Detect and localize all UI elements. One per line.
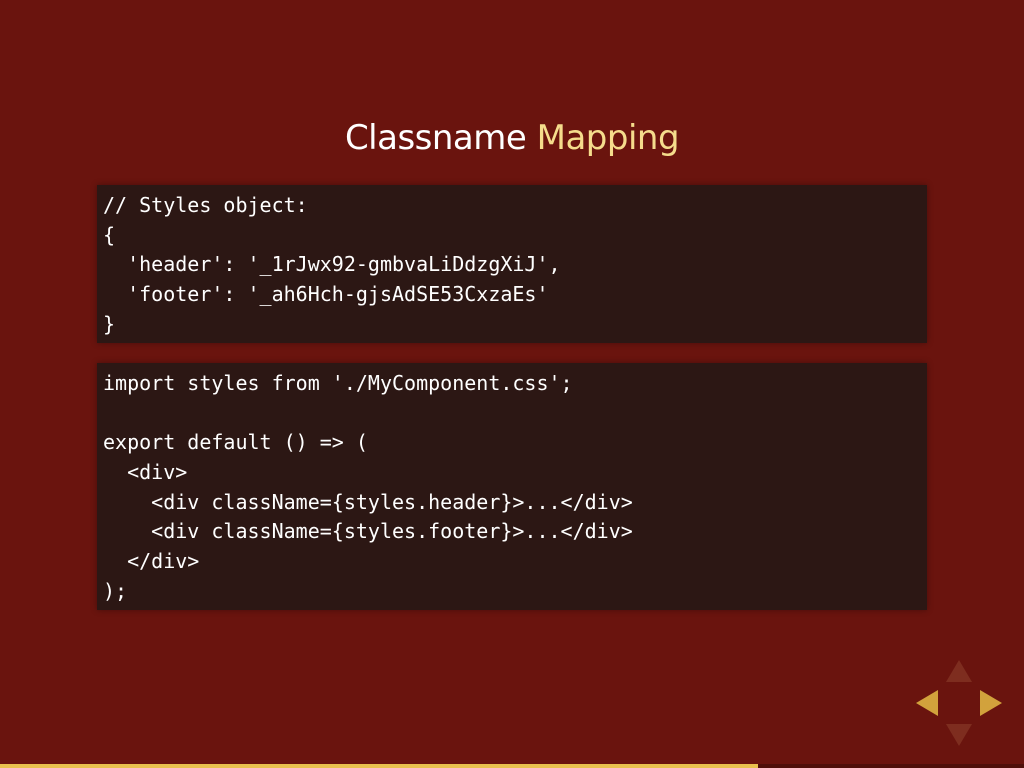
code-line: import styles from './MyComponent.css'; — [103, 371, 573, 395]
arrow-up-icon[interactable] — [946, 660, 972, 682]
progress-bar — [0, 764, 758, 768]
code-block-styles-object: // Styles object: { 'header': '_1rJwx92-g… — [97, 185, 927, 343]
progress-track — [0, 764, 1024, 768]
slide-title-accent: Mapping — [536, 118, 680, 158]
arrow-down-icon[interactable] — [946, 724, 972, 746]
code-line: <div className={styles.header}>...</div> — [103, 489, 633, 514]
code-line: } — [103, 311, 116, 336]
navigation-controls — [916, 660, 1002, 746]
code-line: ); — [103, 578, 128, 603]
arrow-right-icon[interactable] — [980, 690, 1002, 716]
code-line: export default () => ( — [103, 430, 368, 455]
slide-title-main: Classname — [344, 118, 527, 158]
code-line: { — [103, 222, 116, 247]
code-line: // Styles object: — [103, 193, 308, 217]
code-line: 'footer': '_ah6Hch-gjsAdSE53CxzaEs' — [103, 282, 549, 307]
slide-title: Classname Mapping — [0, 118, 1024, 158]
code-line: <div> — [103, 460, 188, 485]
code-line: </div> — [103, 549, 200, 574]
slide: Classname Mapping // Styles object: { 'he… — [0, 0, 1024, 768]
code-line: 'header': '_1rJwx92-gmbvaLiDdzgXiJ', — [103, 252, 561, 277]
arrow-left-icon[interactable] — [916, 690, 938, 716]
code-block-component: import styles from './MyComponent.css'; e… — [97, 363, 927, 610]
code-line: <div className={styles.footer}>...</div> — [103, 519, 633, 544]
